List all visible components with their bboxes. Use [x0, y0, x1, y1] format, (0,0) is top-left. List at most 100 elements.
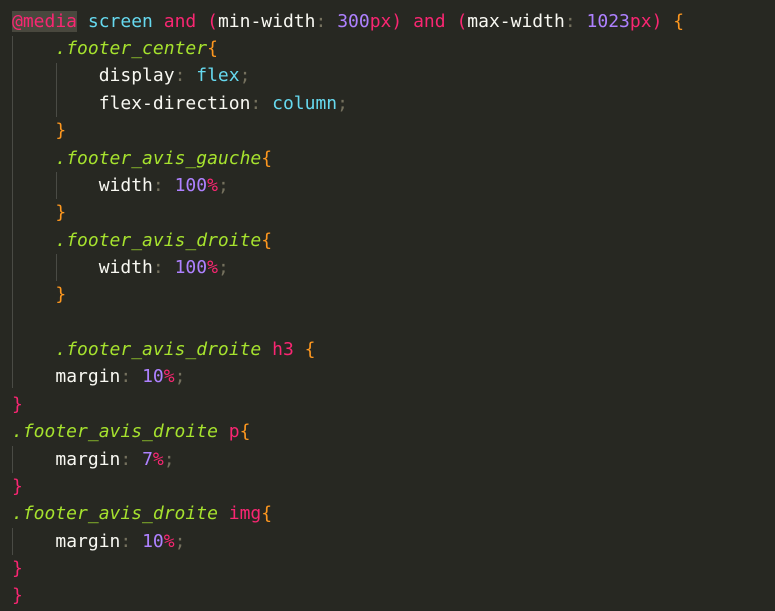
code-token: .footer_avis_droite — [55, 230, 262, 251]
code-token: { — [261, 148, 273, 169]
code-token: { — [261, 503, 273, 524]
code-token: 100 — [174, 257, 208, 278]
code-token: ; — [174, 366, 186, 387]
code-token: margin — [55, 449, 121, 470]
code-line[interactable]: flex-direction: column; — [12, 90, 348, 117]
code-line[interactable]: } — [12, 281, 66, 308]
code-token: } — [55, 120, 67, 141]
code-token: } — [12, 585, 23, 606]
code-token: ( — [207, 11, 218, 32]
code-line[interactable]: .footer_avis_droite{ — [12, 227, 272, 254]
code-token: .footer_avis_gauche — [55, 148, 262, 169]
code-token: ; — [163, 449, 175, 470]
code-token: and — [413, 11, 446, 32]
code-token: and — [163, 11, 197, 32]
code-token: : — [250, 93, 262, 114]
code-token: @media — [12, 11, 78, 32]
code-line[interactable]: margin: 7%; — [12, 446, 175, 473]
code-token: 100 — [174, 175, 208, 196]
code-token: flex-direction — [98, 93, 251, 114]
code-token: width — [98, 175, 153, 196]
code-token: { — [304, 339, 316, 360]
code-line[interactable]: } — [12, 391, 23, 418]
code-token: } — [55, 284, 67, 305]
code-line[interactable]: } — [12, 199, 66, 226]
code-token: 10 — [142, 531, 164, 552]
code-token: : — [174, 65, 186, 86]
code-token: .footer_center — [55, 38, 208, 59]
code-token: ; — [174, 531, 186, 552]
code-editor[interactable]: @media screen and (min-width: 300px) and… — [0, 0, 775, 611]
code-token: % — [152, 449, 164, 470]
code-token: screen — [87, 11, 153, 32]
code-token: : — [120, 531, 132, 552]
code-line[interactable]: margin: 10%; — [12, 363, 185, 390]
code-line[interactable]: .footer_avis_droite h3 { — [12, 336, 315, 363]
code-token: } — [12, 558, 23, 579]
code-line[interactable]: width: 100%; — [12, 172, 229, 199]
code-line[interactable]: .footer_avis_droite p{ — [12, 418, 250, 445]
code-token: : — [315, 11, 327, 32]
code-token: .footer_avis_droite — [12, 421, 218, 442]
code-token: 300 — [337, 11, 370, 32]
code-token: % — [207, 257, 218, 278]
code-line[interactable]: display: flex; — [12, 62, 251, 89]
code-token: flex — [196, 65, 240, 86]
code-token: ; — [239, 65, 251, 86]
code-token: ; — [217, 175, 229, 196]
code-token: column — [272, 93, 338, 114]
code-line[interactable]: .footer_avis_droite img{ — [12, 500, 272, 527]
code-token: % — [163, 531, 175, 552]
code-line[interactable]: @media screen and (min-width: 300px) and… — [12, 8, 684, 35]
code-token: min-width — [217, 11, 316, 32]
code-token: ( — [456, 11, 468, 32]
code-line[interactable]: } — [12, 555, 23, 582]
code-line[interactable]: } — [12, 582, 23, 609]
code-token: .footer_avis_droite — [55, 339, 262, 360]
code-token: } — [12, 476, 23, 497]
code-line[interactable]: .footer_center{ — [12, 35, 218, 62]
code-token: : — [120, 449, 132, 470]
code-line[interactable]: width: 100%; — [12, 254, 229, 281]
code-token: margin — [55, 366, 121, 387]
code-token: display — [98, 65, 175, 86]
code-token: % — [163, 366, 175, 387]
code-token: : — [152, 257, 164, 278]
code-line[interactable]: .footer_avis_gauche{ — [12, 145, 272, 172]
code-line[interactable]: } — [12, 473, 23, 500]
code-token: .footer_avis_droite — [12, 503, 218, 524]
code-token: img — [228, 503, 262, 524]
code-line[interactable]: } — [12, 117, 66, 144]
code-token: { — [239, 421, 251, 442]
code-line[interactable]: margin: 10%; — [12, 528, 185, 555]
code-token: width — [98, 257, 153, 278]
code-token: 1023 — [586, 11, 630, 32]
code-token: p — [228, 421, 240, 442]
code-token: : — [120, 366, 132, 387]
code-token: 10 — [142, 366, 164, 387]
